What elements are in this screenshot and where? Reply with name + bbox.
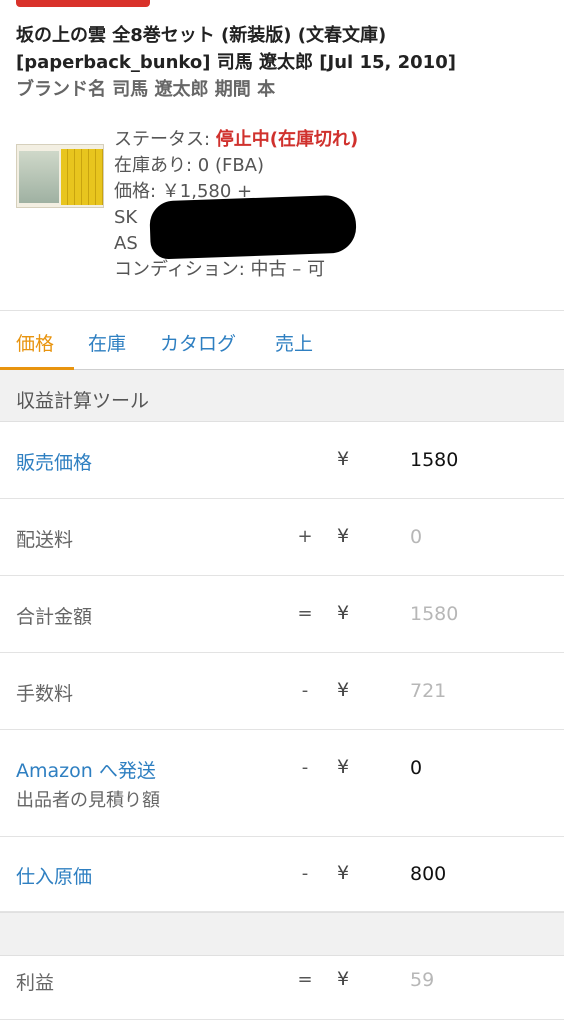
amazon-shipping-sublabel: 出品者の見積り額: [16, 790, 160, 811]
shipping-operator: +: [297, 526, 313, 547]
row-cost: 仕入原価 - ¥ 800: [0, 837, 564, 912]
profit-operator: =: [297, 969, 313, 990]
fee-currency: ¥: [337, 679, 350, 701]
row-profit: 利益 = ¥ 59: [0, 956, 564, 1020]
tab-sales[interactable]: 売上: [275, 329, 313, 356]
row-amazon-shipping: Amazon へ発送 出品者の見積り額 - ¥ 0: [0, 730, 564, 837]
tab-bar: 価格 在庫 カタログ 売上: [0, 310, 564, 371]
cost-operator: -: [301, 863, 309, 884]
row-sale-price: 販売価格 ¥ 1580: [0, 422, 564, 499]
profit-currency: ¥: [337, 968, 350, 990]
fee-value: 721: [410, 680, 447, 702]
status-value: 停止中(在庫切れ): [215, 129, 359, 150]
cost-currency: ¥: [337, 862, 350, 884]
tab-catalog[interactable]: カタログ: [160, 329, 236, 356]
tab-price[interactable]: 価格: [16, 329, 54, 356]
tab-inventory[interactable]: 在庫: [88, 329, 126, 356]
cost-label[interactable]: 仕入原価: [16, 862, 92, 889]
stock-row: 在庫あり: 0 (FBA): [114, 155, 265, 176]
sale-price-label[interactable]: 販売価格: [16, 448, 92, 475]
cost-input[interactable]: 800: [410, 863, 446, 885]
product-thumbnail[interactable]: [16, 144, 104, 208]
product-title-block: 坂の上の雲 全8巻セット (新装版) (文春文庫) [paperback_bun…: [16, 22, 552, 103]
fee-operator: -: [301, 680, 309, 701]
row-shipping: 配送料 + ¥ 0: [0, 499, 564, 576]
total-label: 合計金額: [16, 606, 93, 628]
profit-value: 59: [410, 969, 435, 991]
brand-line: ブランド名 司馬 遼太郎 期間 本: [16, 79, 276, 100]
total-operator: =: [297, 603, 313, 624]
sale-price-input[interactable]: 1580: [410, 449, 458, 471]
top-accent-bar: [16, 0, 150, 7]
sale-price-currency: ¥: [337, 448, 350, 470]
amazon-shipping-input[interactable]: 0: [410, 757, 422, 779]
amazon-shipping-label[interactable]: Amazon へ発送: [16, 756, 156, 783]
shipping-currency: ¥: [337, 525, 350, 547]
thumbnail-box-art: [19, 151, 59, 203]
status-label: ステータス:: [114, 129, 216, 150]
row-fee: 手数料 - ¥ 721: [0, 653, 564, 730]
redaction-mark: [149, 194, 357, 260]
section-title: 収益計算ツール: [16, 390, 150, 412]
total-value: 1580: [410, 603, 459, 625]
section-header: 収益計算ツール: [0, 370, 564, 422]
row-total: 合計金額 = ¥ 1580: [0, 576, 564, 653]
separator-band: [0, 912, 564, 956]
product-title: 坂の上の雲 全8巻セット (新装版) (文春文庫) [paperback_bun…: [16, 25, 456, 73]
amazon-shipping-operator: -: [301, 757, 309, 778]
total-currency: ¥: [337, 602, 350, 624]
profit-label: 利益: [16, 972, 55, 994]
status-row: ステータス: 停止中(在庫切れ): [114, 127, 358, 153]
fee-label: 手数料: [16, 683, 74, 705]
shipping-label: 配送料: [16, 529, 74, 551]
condition-row: コンディション: 中古 – 可: [114, 259, 325, 280]
thumbnail-book-spines: [61, 149, 103, 205]
amazon-shipping-currency: ¥: [337, 756, 350, 778]
shipping-value: 0: [410, 526, 423, 548]
